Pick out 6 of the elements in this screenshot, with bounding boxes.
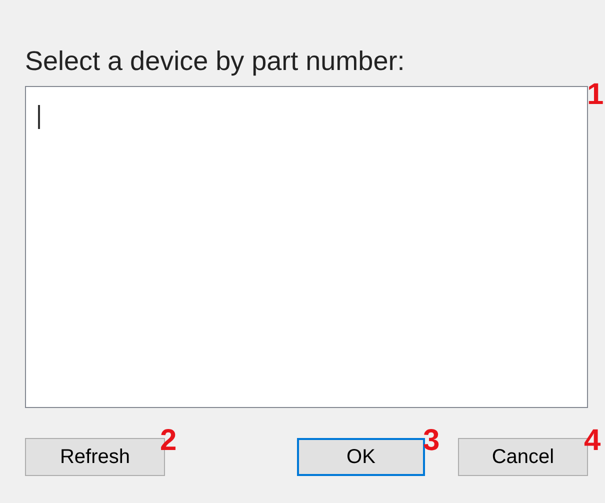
dialog-button[interactable]: OK — [297, 438, 425, 476]
caret-icon — [36, 105, 42, 129]
prompt-label: Select a device by part number: — [25, 45, 405, 78]
part-number-field[interactable] — [25, 86, 588, 408]
annotation-number: 1 — [587, 80, 604, 110]
annotation-number: 3 — [423, 426, 440, 456]
